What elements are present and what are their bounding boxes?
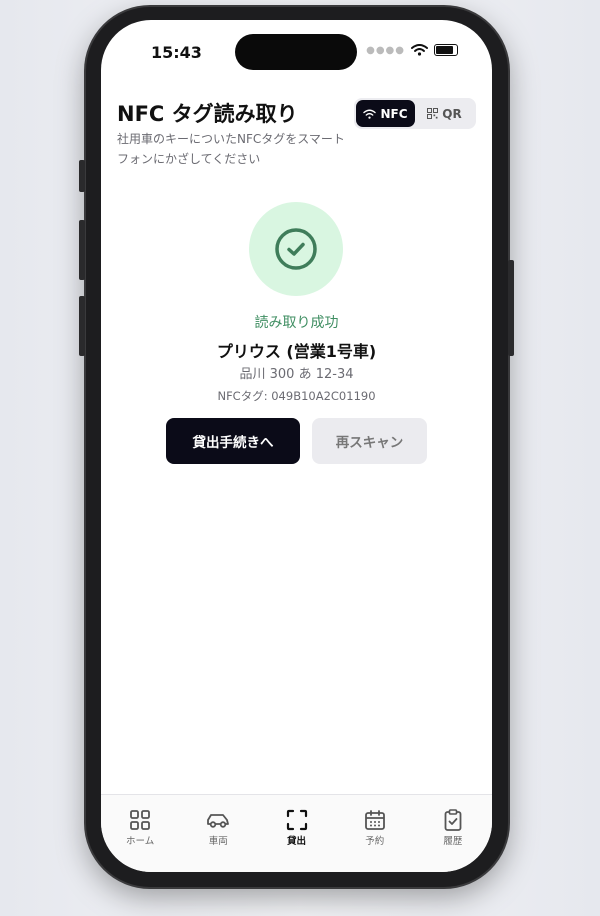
page-subtitle: 社用車のキーについたNFCタグをスマートフォンにかざしてください: [117, 132, 345, 166]
tab-rental[interactable]: 貸出: [257, 795, 335, 872]
phone-screen: 15:43 ●●●● NFC タグ読み取り 社用車のキーについたNFCタグをスマ…: [101, 20, 492, 872]
mute-switch: [79, 160, 85, 192]
scan-icon: [286, 809, 307, 831]
page-title: NFC タグ読み取り: [117, 102, 298, 126]
scan-mode-toggle: NFC QR: [354, 98, 476, 129]
tab-home-label: ホーム: [125, 836, 155, 847]
read-status-text: 読み取り成功: [254, 315, 339, 331]
car-icon: [207, 814, 230, 828]
check-circle-icon: [275, 228, 317, 270]
calendar-icon: [364, 810, 385, 830]
proceed-rental-button[interactable]: 貸出手続きへ: [166, 418, 300, 464]
battery-icon: [434, 44, 458, 56]
volume-up-button: [79, 220, 85, 280]
status-time: 15:43: [151, 43, 202, 62]
qr-code-icon: [427, 108, 439, 119]
mode-qr-button[interactable]: QR: [415, 100, 474, 127]
tab-rental-label: 貸出: [287, 836, 307, 847]
mode-qr-label: QR: [442, 106, 462, 121]
tab-history[interactable]: 履歴: [414, 795, 492, 872]
dynamic-island: [235, 34, 357, 70]
rescan-button[interactable]: 再スキャン: [312, 418, 427, 464]
cellular-signal-icon: ●●●●: [366, 44, 405, 56]
grid-icon: [130, 810, 150, 830]
mode-nfc-button[interactable]: NFC: [356, 100, 415, 127]
clipboard-check-icon: [444, 809, 462, 831]
license-plate: 品川 300 あ 12-34: [239, 367, 354, 382]
tab-vehicles[interactable]: 車両: [179, 795, 257, 872]
status-icons: ●●●●: [366, 44, 458, 56]
nfc-tag-id: NFCタグ: 049B10A2C01190: [217, 389, 376, 403]
nfc-signal-icon: [363, 109, 377, 119]
tab-reservations-label: 予約: [365, 836, 385, 847]
mode-nfc-label: NFC: [380, 106, 408, 121]
wifi-icon: [411, 44, 428, 56]
tab-home[interactable]: ホーム: [101, 795, 179, 872]
volume-down-button: [79, 296, 85, 356]
tab-reservations[interactable]: 予約: [336, 795, 414, 872]
tab-history-label: 履歴: [443, 836, 463, 847]
success-indicator: [249, 202, 343, 296]
power-button: [508, 260, 514, 356]
bottom-tab-bar: ホーム 車両 貸出 予約 履歴: [101, 794, 492, 872]
car-name: プリウス (営業1号車): [216, 342, 377, 361]
tab-vehicles-label: 車両: [208, 836, 228, 847]
